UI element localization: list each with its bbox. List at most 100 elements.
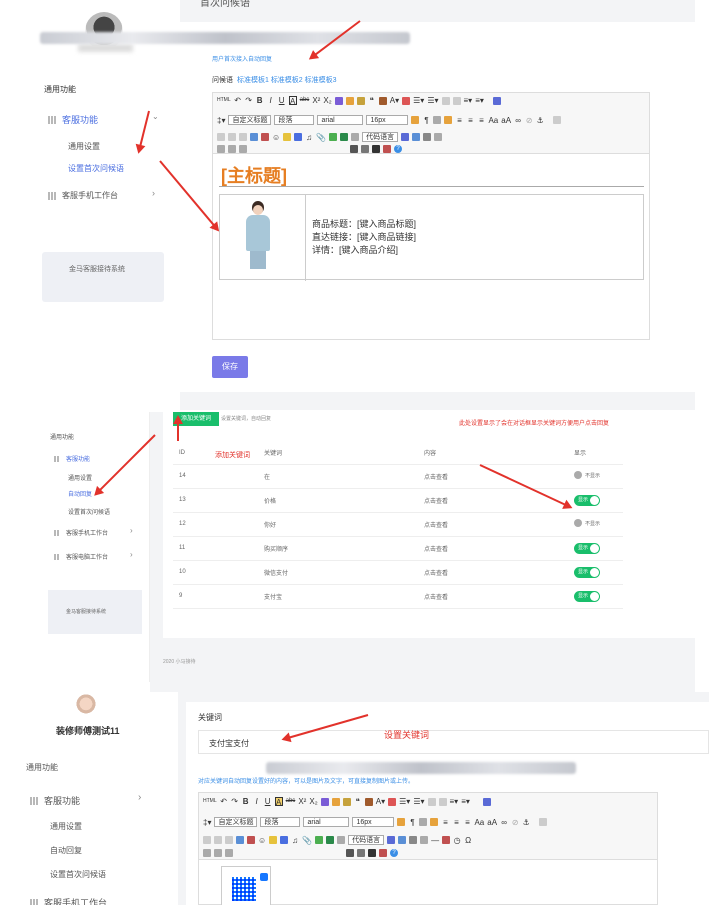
pagebreak-icon[interactable] (401, 133, 410, 141)
float-left-icon[interactable] (214, 836, 222, 844)
rowspacing-icon[interactable]: ≡▾ (464, 96, 473, 105)
date-icon[interactable] (442, 836, 451, 844)
save-button[interactable]: 保存 (212, 356, 248, 378)
show-toggle[interactable]: 不显示 (574, 471, 600, 479)
scrawl-icon[interactable] (283, 133, 292, 141)
sidebar-item-mobile[interactable]: 客服手机工作台 (54, 528, 108, 537)
font-select[interactable]: arial (303, 817, 350, 827)
autotype-icon[interactable] (356, 96, 365, 105)
lineheight-icon[interactable]: ≡▾ (475, 96, 484, 105)
image-float-icon[interactable] (539, 818, 548, 826)
subscript-icon[interactable]: X₂ (323, 96, 331, 105)
editor-body[interactable]: [主标题] 商品标题：[键入商品标题] 直达链接：[键入商品链接] 详情：[键入… (212, 154, 650, 340)
cleardoc-icon[interactable] (438, 797, 447, 806)
template-link-3[interactable]: 标准模板3 (305, 77, 337, 84)
eraser-icon[interactable] (334, 96, 343, 105)
background-icon[interactable] (423, 133, 432, 141)
html-icon[interactable]: HTML (217, 96, 231, 105)
tolowercase-icon[interactable]: aA (487, 818, 497, 827)
sidebar-item-mobile[interactable]: 客服手机工作台 (30, 896, 107, 905)
attachment-icon[interactable]: 📎 (316, 133, 326, 142)
link-icon[interactable]: ∞ (514, 116, 522, 125)
cell-content-link[interactable]: 点击查看 (418, 464, 568, 489)
editor-body[interactable] (198, 860, 658, 905)
sidebar-sub-auto[interactable]: 自动回复 (50, 845, 82, 856)
deletetable-icon[interactable] (228, 145, 236, 153)
redo-icon[interactable]: ↷ (231, 797, 239, 806)
map-icon[interactable] (315, 836, 324, 844)
unordered-list-icon[interactable]: ☰▾ (413, 797, 424, 806)
map-icon[interactable] (329, 133, 338, 141)
searchreplace-icon[interactable] (372, 145, 380, 153)
show-toggle[interactable]: 显示 (574, 566, 601, 578)
drafts-icon[interactable] (383, 145, 391, 153)
help-icon[interactable]: ? (394, 145, 402, 153)
unlink-icon[interactable]: ⊘ (525, 116, 533, 125)
align-left-icon[interactable] (430, 818, 439, 826)
direction-icon[interactable] (397, 818, 406, 826)
cell-content-link[interactable]: 点击查看 (418, 488, 568, 513)
float-right-icon[interactable] (225, 836, 233, 844)
size-select[interactable]: 16px (352, 817, 395, 827)
pagebreak-icon[interactable] (387, 836, 396, 844)
show-toggle[interactable]: 显示 (574, 590, 601, 602)
float-right-icon[interactable] (239, 133, 247, 141)
indent-icon[interactable] (433, 116, 442, 124)
align-left-icon[interactable] (444, 116, 453, 124)
sidebar-item-service[interactable]: 客服功能 (48, 113, 98, 126)
image-float-icon[interactable] (553, 116, 562, 124)
drafts-icon[interactable] (379, 849, 387, 857)
float-none-icon[interactable] (203, 836, 211, 844)
float-none-icon[interactable] (217, 133, 225, 141)
align-center-icon[interactable]: ≡ (455, 116, 463, 125)
redo-icon[interactable]: ↷ (245, 96, 253, 105)
unordered-list-icon[interactable]: ☰▾ (427, 96, 438, 105)
ordered-list-icon[interactable]: ☰▾ (399, 797, 410, 806)
paragraph-mark-icon[interactable]: ¶ (408, 818, 416, 827)
direction-icon[interactable] (411, 116, 420, 124)
brush-icon[interactable] (331, 797, 340, 806)
insert-image-icon[interactable] (236, 836, 244, 844)
video-icon[interactable] (294, 133, 303, 141)
lineheight-icon[interactable]: ≡▾ (461, 797, 470, 806)
print-icon[interactable] (346, 849, 354, 857)
sidebar-sub-first[interactable]: 设置首次问候语 (68, 507, 110, 516)
attachment-icon[interactable]: 📎 (302, 836, 312, 845)
align-right-icon[interactable]: ≡ (466, 116, 474, 125)
fontborder-icon[interactable]: A (274, 797, 283, 807)
snapscreen-icon[interactable] (434, 133, 443, 141)
cell-content-link[interactable]: 点击查看 (418, 512, 568, 537)
unlink-icon[interactable]: ⊘ (511, 818, 519, 827)
sidebar-sub-general[interactable]: 通用设置 (68, 473, 92, 482)
font-color-icon[interactable]: A▾ (376, 797, 385, 806)
multi-image-icon[interactable] (247, 836, 255, 844)
template-icon[interactable] (398, 836, 407, 844)
fullscreen-icon[interactable] (482, 797, 491, 806)
insertrow-icon[interactable] (239, 145, 247, 153)
frame-icon[interactable] (351, 133, 360, 141)
quote-icon[interactable]: ❝ (354, 797, 362, 806)
scrawl-icon[interactable] (269, 836, 278, 844)
selectall-icon[interactable] (441, 96, 450, 105)
font-color-icon[interactable]: A▾ (390, 96, 399, 105)
video-icon[interactable] (280, 836, 289, 844)
anchor-icon[interactable]: ⚓ (522, 818, 530, 827)
indent-icon[interactable] (419, 818, 428, 826)
template-link-2[interactable]: 标准模板2 (271, 77, 303, 84)
show-toggle[interactable]: 显示 (574, 542, 601, 554)
cell-content-link[interactable]: 点击查看 (418, 584, 568, 609)
italic-icon[interactable]: I (267, 96, 275, 105)
template-link-1[interactable]: 标准模板1 (237, 77, 269, 84)
cell-content-link[interactable]: 点击查看 (418, 560, 568, 585)
code-select[interactable]: 代码语言 (348, 835, 385, 845)
subscript-icon[interactable]: X₂ (309, 797, 317, 806)
deletetable-icon[interactable] (214, 849, 222, 857)
help-icon[interactable]: ? (390, 849, 398, 857)
selectall-icon[interactable] (427, 797, 436, 806)
preview-icon[interactable] (357, 849, 365, 857)
preview-icon[interactable] (361, 145, 369, 153)
horizontal-rule-icon[interactable]: — (431, 836, 439, 845)
undo-icon[interactable]: ↶ (234, 96, 242, 105)
italic-icon[interactable]: I (253, 797, 261, 806)
print-icon[interactable] (350, 145, 358, 153)
